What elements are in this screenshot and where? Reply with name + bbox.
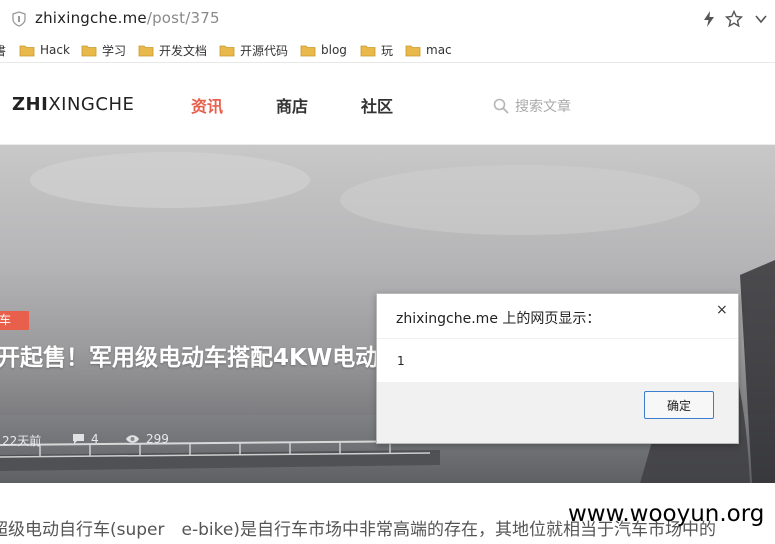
bookmark-item[interactable]: 玩: [360, 40, 393, 60]
time-ago: 22天前: [2, 434, 42, 448]
nav-item-community[interactable]: 社区: [361, 93, 393, 117]
bookmark-label: blog: [321, 43, 347, 57]
star-icon[interactable]: [725, 10, 743, 28]
search-placeholder: 搜索文章: [515, 99, 571, 115]
address-bar[interactable]: zhixingche.me/post/375: [0, 0, 775, 39]
folder-icon: [81, 45, 97, 56]
bookmark-item[interactable]: 开源代码: [219, 40, 288, 60]
comment-icon: [73, 434, 84, 444]
bookmark-item[interactable]: 書: [0, 40, 6, 60]
bookmark-label: 学习: [102, 43, 127, 58]
logo-bold-part: ZHI: [12, 94, 49, 115]
site-header: ZHIXINGCHE 资讯 商店 社区 搜索文章: [0, 63, 775, 145]
chevron-down-icon[interactable]: [752, 10, 770, 28]
folder-icon: [138, 45, 154, 56]
nav-item-news[interactable]: 资讯: [191, 93, 223, 117]
url-path: /post/375: [146, 9, 220, 27]
bookmark-item[interactable]: blog: [300, 40, 347, 60]
watermark: www.wooyun.org: [568, 501, 765, 527]
hero-comments: 4: [72, 432, 99, 446]
hero-time: 22天前: [2, 432, 41, 449]
view-count: 299: [146, 432, 169, 446]
alert-dialog: zhixingche.me 上的网页显示： × 1 确定: [376, 293, 739, 444]
hero-views: 299: [125, 432, 169, 446]
category-tag[interactable]: 车: [0, 311, 29, 330]
logo-rest-part: XINGCHE: [48, 94, 135, 115]
comment-count: 4: [91, 432, 99, 446]
bookmark-label: Hack: [40, 43, 70, 57]
ok-button[interactable]: 确定: [644, 391, 714, 419]
dialog-message: 1: [397, 354, 405, 368]
dialog-footer: 确定: [377, 382, 738, 443]
bolt-icon[interactable]: [700, 10, 718, 28]
site-logo[interactable]: ZHIXINGCHE: [12, 94, 134, 115]
bookmark-label: 玩: [381, 43, 394, 58]
hero-title[interactable]: 开起售！军用级电动车搭配4KW电动: [0, 338, 378, 372]
search-box[interactable]: 搜索文章: [493, 96, 571, 116]
bookmark-item[interactable]: mac: [405, 40, 452, 60]
folder-icon: [405, 45, 421, 56]
folder-icon: [300, 45, 316, 56]
dialog-body: 1: [377, 338, 738, 383]
bookmarks-bar: 書 Hack 学习 开发文档 开源代码 blog 玩 mac: [0, 38, 775, 63]
bookmark-label: 开源代码: [240, 43, 289, 58]
bookmark-label: 开发文档: [159, 43, 208, 58]
shield-icon: [12, 11, 26, 27]
dialog-title: zhixingche.me 上的网页显示：: [396, 311, 601, 327]
search-icon: [493, 98, 509, 114]
eye-icon: [126, 435, 139, 443]
close-icon[interactable]: ×: [716, 302, 728, 318]
url-host: zhixingche.me: [35, 9, 147, 27]
bookmark-item[interactable]: 开发文档: [138, 40, 207, 60]
folder-icon: [19, 45, 35, 56]
folder-icon: [360, 45, 376, 56]
bookmark-item[interactable]: Hack: [19, 40, 70, 60]
bookmark-label: 書: [0, 43, 7, 58]
bookmark-label: mac: [426, 43, 452, 57]
nav-item-shop[interactable]: 商店: [276, 93, 308, 117]
url-text[interactable]: zhixingche.me/post/375: [35, 9, 220, 27]
bookmark-item[interactable]: 学习: [81, 40, 126, 60]
folder-icon: [219, 45, 235, 56]
